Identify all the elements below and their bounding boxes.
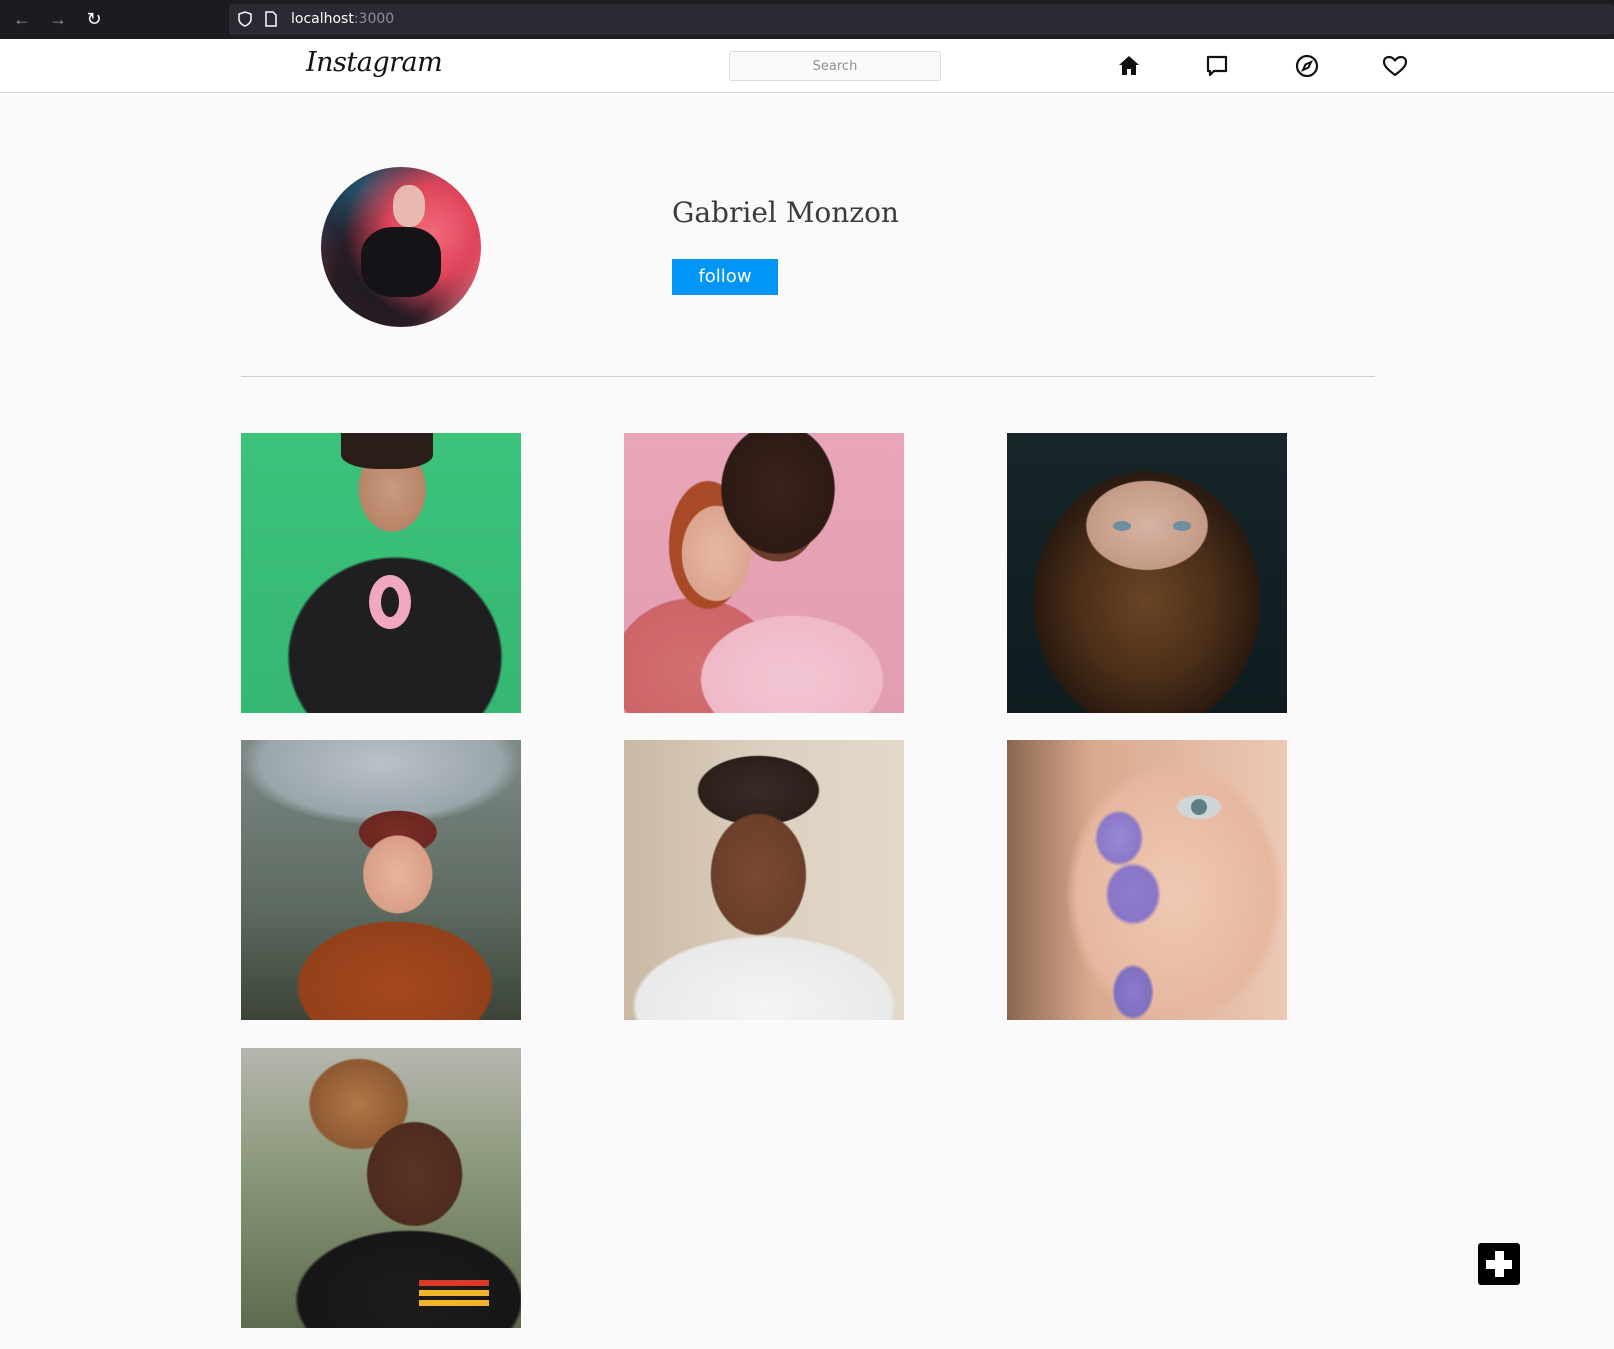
reload-icon[interactable]: ↻ [82, 7, 106, 31]
avatar-figure [361, 227, 441, 297]
follow-button[interactable]: follow [672, 259, 778, 295]
search-input[interactable] [729, 51, 941, 81]
instagram-logo[interactable]: Instagram [306, 47, 443, 78]
post-thumbnail[interactable] [241, 433, 521, 713]
photo-detail [341, 433, 433, 469]
heart-icon[interactable] [1381, 52, 1409, 80]
profile-avatar[interactable] [321, 167, 481, 327]
home-icon[interactable] [1115, 52, 1143, 80]
url-port: :3000 [353, 11, 395, 27]
post-thumbnail[interactable] [624, 433, 904, 713]
add-post-button[interactable] [1478, 1243, 1520, 1285]
post-thumbnail[interactable] [1007, 740, 1287, 1020]
post-thumbnail[interactable] [241, 1048, 521, 1328]
forward-arrow-icon[interactable]: → [46, 7, 70, 31]
profile-name: Gabriel Monzon [672, 196, 899, 229]
photo-detail [419, 1300, 489, 1306]
message-icon[interactable] [1203, 52, 1231, 80]
app-header: Instagram [0, 39, 1614, 93]
post-thumbnail[interactable] [1007, 433, 1287, 713]
photo-detail [1113, 521, 1131, 531]
shield-icon [238, 11, 252, 27]
url-bar[interactable]: localhost:3000 [229, 4, 1614, 35]
browser-toolbar: ← → ↻ localhost:3000 [0, 0, 1614, 39]
photo-detail [369, 575, 411, 629]
avatar-face [393, 185, 425, 227]
photo-detail [1177, 795, 1221, 819]
profile-divider [241, 376, 1375, 377]
url-text: localhost:3000 [291, 11, 394, 27]
page-icon [265, 11, 277, 27]
back-arrow-icon[interactable]: ← [10, 7, 34, 31]
url-host: localhost [291, 11, 354, 27]
photo-detail [419, 1280, 489, 1286]
post-thumbnail[interactable] [241, 740, 521, 1020]
photo-detail [1173, 521, 1191, 531]
photo-detail [419, 1290, 489, 1296]
explore-compass-icon[interactable] [1293, 52, 1321, 80]
post-thumbnail[interactable] [624, 740, 904, 1020]
